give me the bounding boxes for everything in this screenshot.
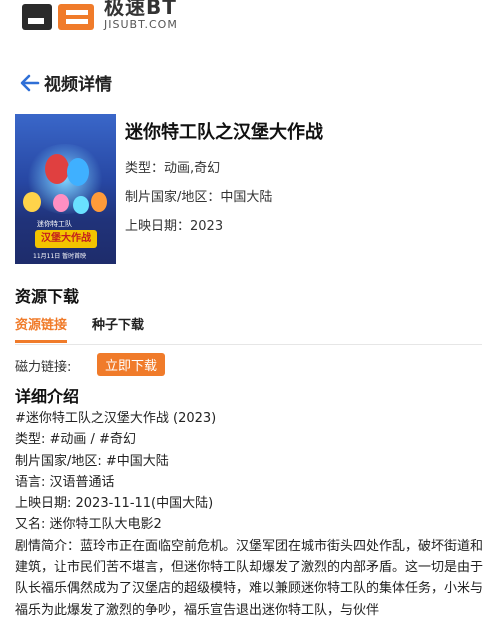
poster-subtitle: 迷你特工队 [37,220,72,228]
poster-character-red [45,154,69,184]
detail-line-region: 制片国家/地区: #中国大陆 [15,453,169,469]
detail-line-title: #迷你特工队之汉堡大作战 (2023) [15,411,217,426]
detail-line-release: 上映日期: 2023-11-11(中国大陆) [15,496,214,512]
page-title: 视频详情 [44,75,112,95]
poster-character-pink [53,194,69,212]
logo-en: JISUBT.COM [104,18,178,31]
movie-region: 制片国家/地区：中国大陆 [125,186,272,205]
resource-tabs: 资源链接 种子下载 [15,314,482,345]
detail-line-type: 类型: #动画 / #奇幻 [15,432,136,448]
region-value: 中国大陆 [220,190,273,205]
date-value: 2023 [190,219,224,234]
tab-resource-links[interactable]: 资源链接 [15,314,68,343]
date-label: 上映日期： [125,219,191,234]
tab-torrent-download[interactable]: 种子下载 [92,314,144,333]
poster-character-cyan [73,196,89,214]
site-logo[interactable]: 极速BT JISUBT.COM [22,0,178,30]
poster-banner: 汉堡大作战 [35,230,97,248]
detail-line-language: 语言: 汉语普通话 [15,474,115,490]
detail-synopsis: 剧情简介：蓝玲市正在面临空前危机。汉堡军团在城市街头四处作乱，破坏街道和建筑，让… [15,538,484,618]
download-now-button[interactable]: 立即下载 [97,353,165,376]
logo-j-shape [22,4,52,30]
magnet-label: 磁力链接: [15,360,72,375]
movie-poster: 迷你特工队 汉堡大作战 11月11日 暂时首映 [15,114,116,264]
type-value: 动画,奇幻 [164,161,221,176]
poster-character-yellow [23,192,41,212]
details-heading: 详细介绍 [15,387,80,406]
resources-heading: 资源下载 [15,287,80,306]
type-label: 类型： [125,161,165,176]
movie-release-date: 上映日期：2023 [125,215,223,234]
poster-character-blue [67,158,89,186]
logo-cn: 极速BT [104,0,177,19]
movie-title: 迷你特工队之汉堡大作战 [125,122,323,143]
logo-s-shape [58,4,94,30]
poster-character-orange [91,192,107,212]
back-arrow-icon[interactable] [18,71,42,95]
page-header: 视频详情 [18,70,112,95]
logo-text: 极速BT JISUBT.COM [104,0,178,30]
logo-mark [22,4,94,30]
region-label: 制片国家/地区： [125,190,221,205]
poster-date: 11月11日 暂时首映 [33,253,87,260]
movie-type: 类型：动画,奇幻 [125,157,220,176]
detail-line-aka: 又名: 迷你特工队大电影2 [15,517,162,533]
details-body: #迷你特工队之汉堡大作战 (2023) 类型: #动画 / #奇幻 制片国家/地… [15,408,485,621]
